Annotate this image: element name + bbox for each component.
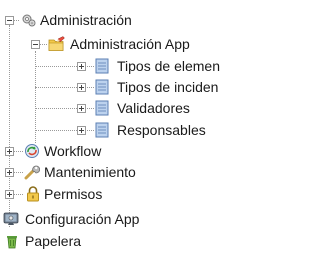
expand-toggle[interactable] (77, 62, 86, 71)
tree-node-label: Tipos de inciden (117, 79, 219, 95)
workflow-icon (25, 144, 39, 158)
document-icon (95, 58, 109, 74)
wrench-icon (24, 165, 40, 180)
tree-node-workflow[interactable]: Workflow (0, 141, 254, 161)
expand-toggle[interactable] (5, 147, 14, 156)
recycle-bin-icon (7, 236, 17, 249)
tree-node-label: Mantenimiento (44, 164, 136, 180)
folder-pencil-icon (48, 36, 65, 51)
expand-toggle[interactable] (5, 190, 14, 199)
tree-node-label: Administración App (70, 36, 190, 52)
expand-toggle[interactable] (77, 126, 86, 135)
tree-node-mantenimiento[interactable]: Mantenimiento (0, 162, 254, 182)
padlock-icon (27, 186, 39, 202)
document-icon (95, 100, 109, 116)
tree-node-label: Configuración App (25, 211, 140, 227)
expand-toggle[interactable] (5, 168, 14, 177)
tree-node-label: Papelera (25, 233, 82, 249)
tree-node-label: Tipos de elemen (117, 58, 220, 74)
tree-node-label: Permisos (44, 186, 103, 202)
tree-node-administracion[interactable]: Administración (0, 10, 254, 30)
tree-node-administracion-app[interactable]: Administración App (0, 34, 254, 54)
collapse-toggle[interactable] (31, 40, 40, 49)
expand-toggle[interactable] (77, 104, 86, 113)
tree-node-label: Workflow (44, 143, 102, 159)
tree-node-tipos-elemento[interactable]: Tipos de elemen (0, 56, 254, 76)
tree-node-responsables[interactable]: Responsables (0, 120, 254, 140)
tree-node-validadores[interactable]: Validadores (0, 98, 254, 118)
tree-node-label: Administración (40, 12, 132, 28)
tree-node-label: Responsables (117, 122, 206, 138)
tree-node-label: Validadores (117, 100, 190, 116)
admin-gears-icon (22, 14, 36, 27)
tree-node-tipos-incidencia[interactable]: Tipos de inciden (0, 77, 254, 97)
tree-node-permisos[interactable]: Permisos (0, 184, 254, 204)
collapse-toggle[interactable] (5, 16, 14, 25)
expand-toggle[interactable] (77, 83, 86, 92)
tree-node-papelera[interactable]: Papelera (0, 231, 254, 251)
monitor-config-icon (3, 212, 19, 225)
document-icon (95, 122, 109, 138)
document-icon (95, 79, 109, 95)
tree-node-configuracion-app[interactable]: Configuración App (0, 209, 254, 229)
